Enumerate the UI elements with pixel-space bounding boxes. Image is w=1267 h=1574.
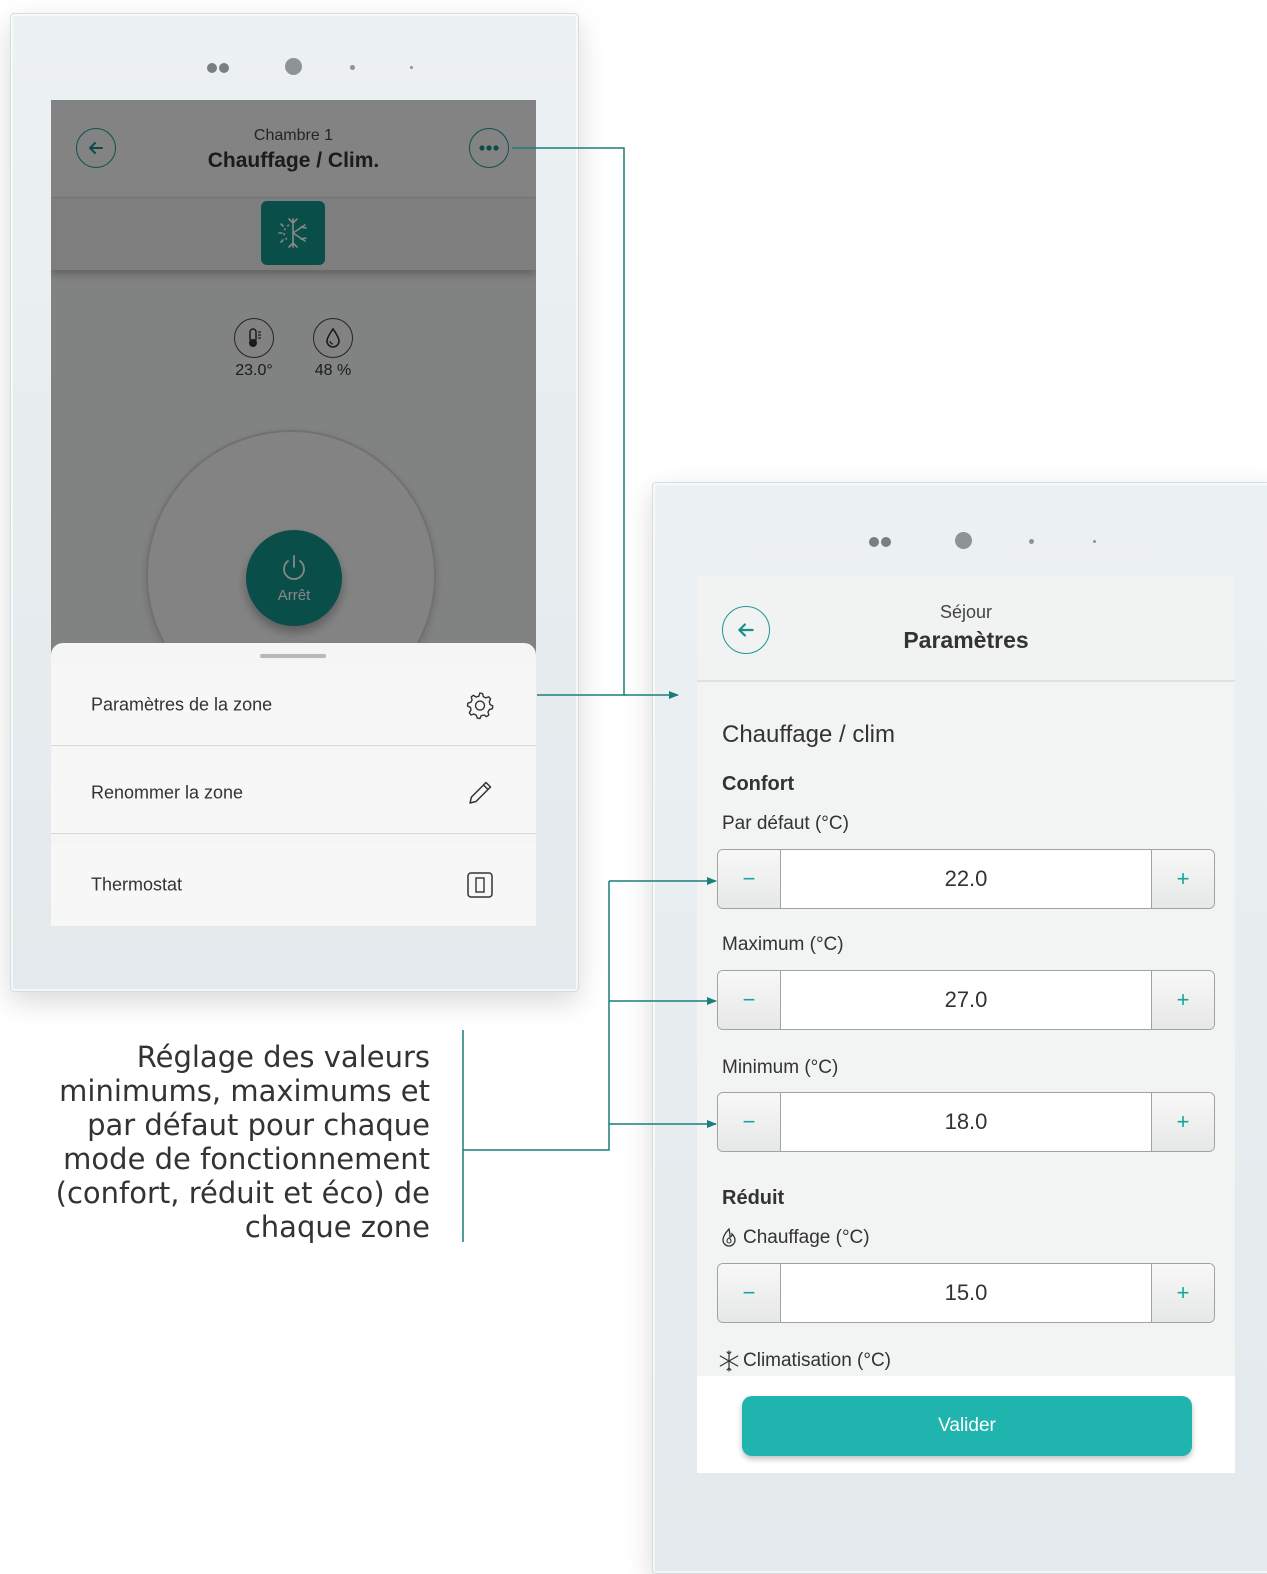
connector-lines [462, 147, 717, 1242]
connector-caption [463, 881, 610, 1151]
caption-text: Réglage des valeurs minimums, maximums e… [55, 1040, 430, 1244]
connector-menu-to-settings [512, 147, 625, 696]
